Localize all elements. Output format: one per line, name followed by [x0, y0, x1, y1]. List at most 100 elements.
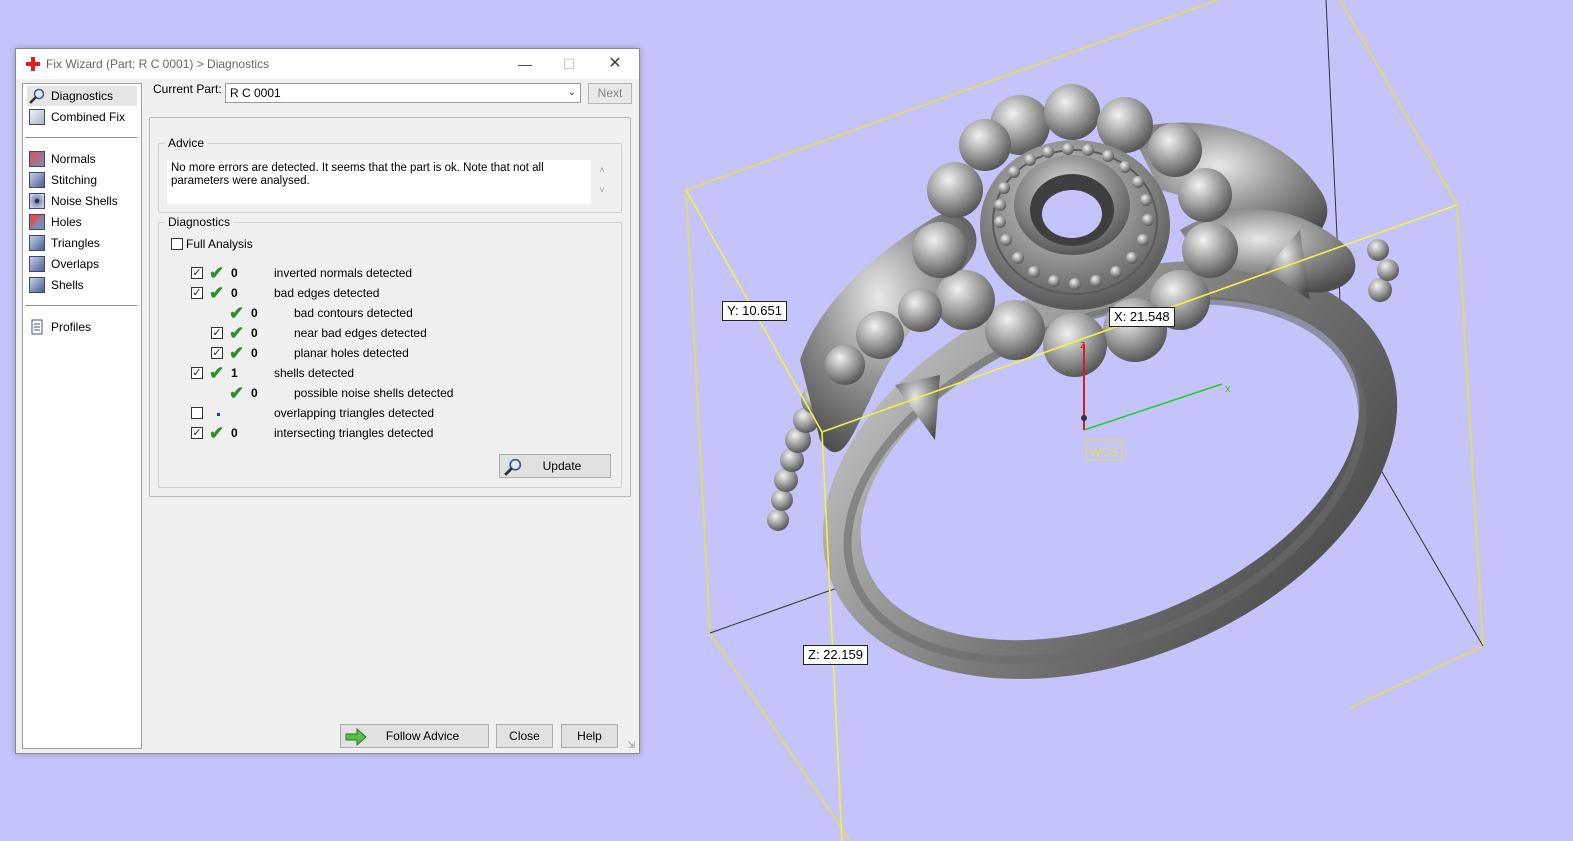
inverted-normals-count: 0 [231, 266, 238, 280]
shells-count: 1 [231, 366, 238, 380]
nav-divider [25, 305, 137, 306]
document-icon [31, 319, 43, 335]
ok-check-icon: ✔ [209, 423, 225, 443]
sidebar-item-noise-shells[interactable]: Noise Shells [27, 191, 137, 211]
bad-edges-count: 0 [231, 286, 238, 300]
ok-check-icon: ✔ [229, 303, 245, 323]
follow-advice-button[interactable]: Follow Advice [340, 724, 489, 748]
magnifier-icon [504, 458, 522, 476]
noise-shells-cube-icon [29, 193, 45, 209]
ok-check-icon: ✔ [209, 363, 225, 383]
close-button[interactable]: Close [496, 724, 553, 748]
holes-cube-icon [29, 214, 45, 230]
advice-scrollbar[interactable]: ˄ ˅ [595, 160, 609, 208]
nav-divider [25, 137, 137, 138]
sidebar-item-holes[interactable]: Holes [27, 212, 137, 232]
combined-fix-icon [29, 109, 45, 125]
sidebar-item-stitching[interactable]: Stitching [27, 170, 137, 190]
sidebar-item-profiles[interactable]: Profiles [27, 317, 137, 337]
shells-checkbox[interactable]: ✓ [191, 367, 203, 379]
near-bad-edges-checkbox[interactable]: ✓ [211, 327, 223, 339]
diagnostics-group: Diagnostics Full Analysis ✓ ✔ 0 inverted… [158, 215, 622, 488]
ok-check-icon: ✔ [209, 283, 225, 303]
ok-check-icon: ✔ [229, 323, 245, 343]
sidebar-item-label: Triangles [51, 236, 100, 250]
ok-check-icon: ✔ [229, 383, 245, 403]
near-bad-edges-label: near bad edges detected [294, 326, 427, 340]
follow-advice-label: Follow Advice [385, 729, 460, 743]
window-title: Fix Wizard (Part: R C 0001) > Diagnostic… [46, 57, 270, 71]
close-icon[interactable]: ✕ [600, 54, 630, 74]
dimension-y-label: Y: 10.651 [722, 301, 787, 321]
sidebar-item-label: Overlaps [51, 257, 100, 271]
advice-title: Advice [165, 136, 208, 150]
sidebar-item-triangles[interactable]: Triangles [27, 233, 137, 253]
full-analysis-checkbox[interactable] [171, 238, 183, 250]
app-logo-icon [26, 57, 40, 71]
normals-cube-icon [29, 151, 45, 167]
planar-holes-label: planar holes detected [294, 346, 409, 360]
ok-check-icon: ✔ [209, 263, 225, 283]
current-part-value: R C 0001 [230, 86, 281, 100]
noise-shells-label: possible noise shells detected [294, 386, 454, 400]
shells-label: shells detected [274, 366, 355, 380]
minimize-icon[interactable]: — [510, 54, 540, 74]
sidebar-item-label: Diagnostics [51, 89, 114, 103]
overlapping-triangles-label: overlapping triangles detected [274, 406, 435, 420]
overlapping-triangles-checkbox[interactable] [191, 407, 203, 419]
update-button[interactable]: Update [499, 454, 611, 478]
sidebar-item-label: Stitching [51, 173, 98, 187]
inverted-normals-checkbox[interactable]: ✓ [191, 267, 203, 279]
overlaps-cube-icon [29, 256, 45, 272]
chevron-down-icon: ⌄ [567, 87, 576, 98]
full-analysis-label: Full Analysis [186, 237, 253, 251]
not-analysed-dot-icon [217, 413, 220, 416]
sidebar-item-overlaps[interactable]: Overlaps [27, 254, 137, 274]
inverted-normals-label: inverted normals detected [274, 266, 413, 280]
dimension-z-label: Z: 22.159 [803, 645, 868, 665]
bad-contours-count: 0 [251, 306, 258, 320]
axis-x-label: x [1225, 383, 1231, 395]
fix-wizard-dialog: Fix Wizard (Part: R C 0001) > Diagnostic… [15, 48, 640, 754]
sidebar-item-normals[interactable]: Normals [27, 149, 137, 169]
shells-cube-icon [29, 277, 45, 293]
current-part-label: Current Part: [153, 82, 222, 96]
resize-grip-icon[interactable]: ⇲ [627, 741, 637, 751]
advice-text: No more errors are detected. It seems th… [167, 160, 591, 204]
sidebar-item-combined-fix[interactable]: Combined Fix [27, 107, 137, 127]
help-button[interactable]: Help [561, 724, 618, 748]
update-label: Update [542, 459, 582, 473]
sidebar-item-shells[interactable]: Shells [27, 275, 137, 295]
diagnostics-panel: Advice No more errors are detected. It s… [149, 117, 631, 497]
bad-contours-label: bad contours detected [294, 306, 413, 320]
stitching-cube-icon [29, 172, 45, 188]
planar-holes-count: 0 [251, 346, 258, 360]
intersecting-triangles-checkbox[interactable]: ✓ [191, 427, 203, 439]
sidebar-item-label: Shells [51, 278, 84, 292]
sidebar-item-diagnostics[interactable]: Diagnostics [27, 86, 137, 106]
wcs-label: WCS [1090, 445, 1118, 459]
sidebar-item-label: Profiles [51, 320, 92, 334]
green-arrow-icon [345, 728, 367, 746]
diagnostics-title: Diagnostics [165, 215, 234, 229]
next-button[interactable]: Next [588, 83, 632, 104]
intersecting-triangles-count: 0 [231, 426, 238, 440]
current-part-select[interactable]: R C 0001 ⌄ [225, 83, 581, 103]
fix-wizard-nav: Diagnostics Combined Fix Normals Stitchi… [22, 83, 142, 749]
near-bad-edges-count: 0 [251, 326, 258, 340]
sidebar-item-label: Holes [51, 215, 82, 229]
intersecting-triangles-label: intersecting triangles detected [274, 426, 434, 440]
title-bar[interactable]: Fix Wizard (Part: R C 0001) > Diagnostic… [16, 49, 639, 79]
magnifier-icon [29, 88, 45, 104]
triangles-cube-icon [29, 235, 45, 251]
ok-check-icon: ✔ [229, 343, 245, 363]
bad-edges-checkbox[interactable]: ✓ [191, 287, 203, 299]
dimension-x-label: X: 21.548 [1109, 307, 1175, 327]
bad-edges-label: bad edges detected [274, 286, 380, 300]
sidebar-item-label: Combined Fix [51, 110, 126, 124]
maximize-icon[interactable]: ☐ [554, 54, 584, 74]
advice-group: Advice No more errors are detected. It s… [158, 136, 622, 213]
planar-holes-checkbox[interactable]: ✓ [211, 347, 223, 359]
noise-shells-count: 0 [251, 386, 258, 400]
sidebar-item-label: Noise Shells [51, 194, 118, 208]
